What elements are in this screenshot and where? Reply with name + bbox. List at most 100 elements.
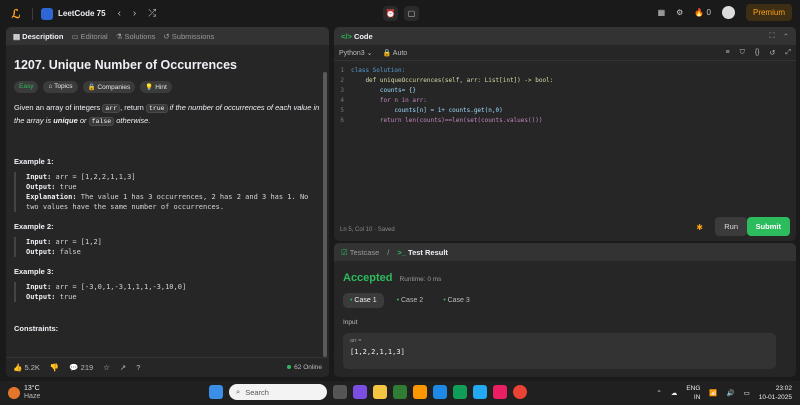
online-count: 62 Online — [287, 364, 322, 371]
case-tab[interactable]: Case 3 — [436, 293, 477, 308]
language-select[interactable]: Python3 ⌄ — [339, 49, 373, 57]
dislike-button[interactable]: 👎 — [50, 363, 59, 372]
case-tab[interactable]: Case 1 — [343, 293, 384, 308]
tab-editorial[interactable]: ▭ Editorial — [71, 32, 107, 41]
format-icon[interactable]: ≡ — [725, 49, 729, 56]
example-title: Example 2: — [14, 222, 54, 231]
code-line: 4 for n in arr: — [334, 95, 796, 105]
streak-counter[interactable]: 🔥 0 — [694, 8, 711, 17]
fullscreen-icon[interactable]: ⤢ — [785, 49, 791, 57]
example-input: arr = [-3,0,1,-3,1,1,1,-3,10,0] — [55, 283, 187, 291]
desc-text: or — [77, 115, 89, 125]
share-icon[interactable]: ↗ — [120, 363, 126, 372]
page-title[interactable]: 1207. Unique Number of Occurrences — [14, 58, 329, 72]
start-icon[interactable] — [209, 385, 223, 399]
notes-icon[interactable]: ▢ — [404, 6, 419, 21]
weather-text: Haze — [24, 393, 41, 400]
layout-grid-icon[interactable]: ▦ — [658, 8, 666, 17]
language-label: Python3 — [339, 49, 365, 57]
scrollbar[interactable] — [323, 72, 327, 357]
like-button[interactable]: 👍 5.2K — [13, 363, 40, 372]
windows-taskbar: 13°C Haze ⌕ Search ⌃ ☁ ENG IN 📶 🔊 ▭ 23:02 10… — [0, 381, 800, 405]
app-icon[interactable] — [493, 385, 507, 399]
system-tray: ⌃ ☁ ENG IN 📶 🔊 ▭ 23:02 10-01-2025 — [656, 384, 792, 402]
input-var: arr = — [350, 338, 362, 344]
language-indicator[interactable]: ENG IN — [686, 384, 700, 402]
hint-tag[interactable]: 💡 Hint — [140, 81, 172, 93]
reset-icon[interactable]: ↺ — [770, 49, 776, 57]
example-input: arr = [1,2,2,1,1,3] — [55, 173, 136, 181]
edge-icon[interactable] — [453, 385, 467, 399]
problem-list-title[interactable]: LeetCode 75 — [58, 9, 106, 18]
maximize-icon[interactable]: ⛶ — [769, 31, 774, 41]
teams-icon[interactable] — [353, 385, 367, 399]
debug-icon[interactable]: ✱ — [696, 223, 703, 232]
chevron-left-icon[interactable]: ‹ — [118, 8, 121, 19]
companies-tag[interactable]: 🔒 Companies — [82, 81, 136, 93]
chevron-up-icon[interactable]: ⌃ — [783, 32, 789, 41]
bookmark-icon[interactable]: ⛉ — [740, 49, 745, 57]
code-line: 6 return len(counts)==len(set(counts.val… — [334, 115, 796, 125]
app-icon[interactable] — [393, 385, 407, 399]
submit-button[interactable]: Submit — [746, 217, 790, 236]
file-explorer-icon[interactable] — [373, 385, 387, 399]
code-header: </> Code ⛶ ⌃ — [334, 27, 796, 45]
weather-icon — [8, 387, 20, 399]
braces-icon[interactable]: {} — [755, 49, 760, 56]
comments-button[interactable]: 💬 219 — [69, 363, 93, 372]
tab-testcase[interactable]: ☑ Testcase — [341, 248, 379, 257]
editor-toolbar: Python3 ⌄ 🔒 Auto ≡ ⛉ {} ↺ ⤢ — [334, 45, 796, 61]
help-icon[interactable]: ? — [136, 363, 140, 372]
tab-submissions[interactable]: ↺ Submissions — [163, 32, 214, 41]
input-label: Input — [343, 319, 358, 326]
tab-code[interactable]: </> Code — [341, 32, 373, 41]
example-block: Input: arr = [1,2,2,1,1,3] Output: true … — [14, 172, 321, 212]
code-line: 2 def uniqueOccurrences(self, arr: List[… — [334, 75, 796, 85]
case-tab[interactable]: Case 2 — [390, 293, 431, 308]
weather-widget[interactable]: 13°C Haze — [8, 385, 40, 401]
chevron-right-icon[interactable]: › — [133, 8, 136, 19]
avatar[interactable] — [721, 6, 735, 19]
shuffle-icon[interactable]: ⤮ — [148, 8, 156, 19]
chevron-up-icon[interactable]: ⌃ — [656, 389, 661, 397]
lang-text: ENG — [686, 385, 701, 392]
chrome-icon[interactable] — [513, 385, 527, 399]
battery-icon[interactable]: ▭ — [744, 389, 750, 397]
timer-icon[interactable]: ⏰ — [383, 6, 398, 21]
editor-status: Ln 5, Col 10 · Saved — [340, 227, 395, 233]
time-text: 23:02 — [775, 385, 792, 392]
task-view-icon[interactable] — [333, 385, 347, 399]
search-placeholder: Search — [245, 387, 269, 397]
topics-tag[interactable]: ⌂ Topics — [43, 81, 78, 93]
difficulty-badge: Easy — [14, 81, 39, 93]
tab-description[interactable]: ▤ Description — [13, 32, 63, 41]
code-editor[interactable]: 1 class Solution: 2 def uniqueOccurrences… — [334, 61, 796, 125]
leetcode-logo[interactable]: ℒ — [8, 6, 24, 22]
vscode-icon[interactable] — [473, 385, 487, 399]
clock[interactable]: 23:02 10-01-2025 — [759, 384, 792, 402]
inline-code: arr — [102, 104, 121, 113]
premium-button[interactable]: Premium — [745, 4, 792, 21]
example-label: Output: — [26, 183, 56, 191]
tab-label: Code — [353, 31, 373, 41]
problem-list-icon[interactable] — [41, 7, 53, 20]
example-title: Example 1: — [14, 157, 54, 166]
tab-test-result[interactable]: >_ Test Result — [397, 248, 448, 257]
tab-solutions[interactable]: ⚗ Solutions — [116, 32, 156, 41]
autocomplete-toggle[interactable]: 🔒 Auto — [383, 49, 408, 57]
search-input[interactable]: ⌕ Search — [229, 384, 327, 400]
terminal-icon: >_ — [397, 247, 406, 257]
volume-icon[interactable]: 🔊 — [727, 389, 735, 397]
result-verdict: Accepted Runtime: 0 ms — [343, 272, 796, 284]
streak-count: 0 — [706, 8, 711, 17]
line-number: 1 — [340, 66, 344, 74]
app-icon[interactable] — [433, 385, 447, 399]
cloud-icon[interactable]: ☁ — [671, 389, 678, 397]
case-tabs: Case 1 Case 2 Case 3 — [343, 293, 796, 308]
run-button[interactable]: Run — [715, 217, 747, 236]
settings-icon[interactable]: ⚙ — [676, 8, 683, 17]
example-label: Input: — [26, 283, 52, 291]
wifi-icon[interactable]: 📶 — [709, 389, 717, 397]
app-icon[interactable] — [413, 385, 427, 399]
star-icon[interactable]: ☆ — [103, 363, 110, 372]
